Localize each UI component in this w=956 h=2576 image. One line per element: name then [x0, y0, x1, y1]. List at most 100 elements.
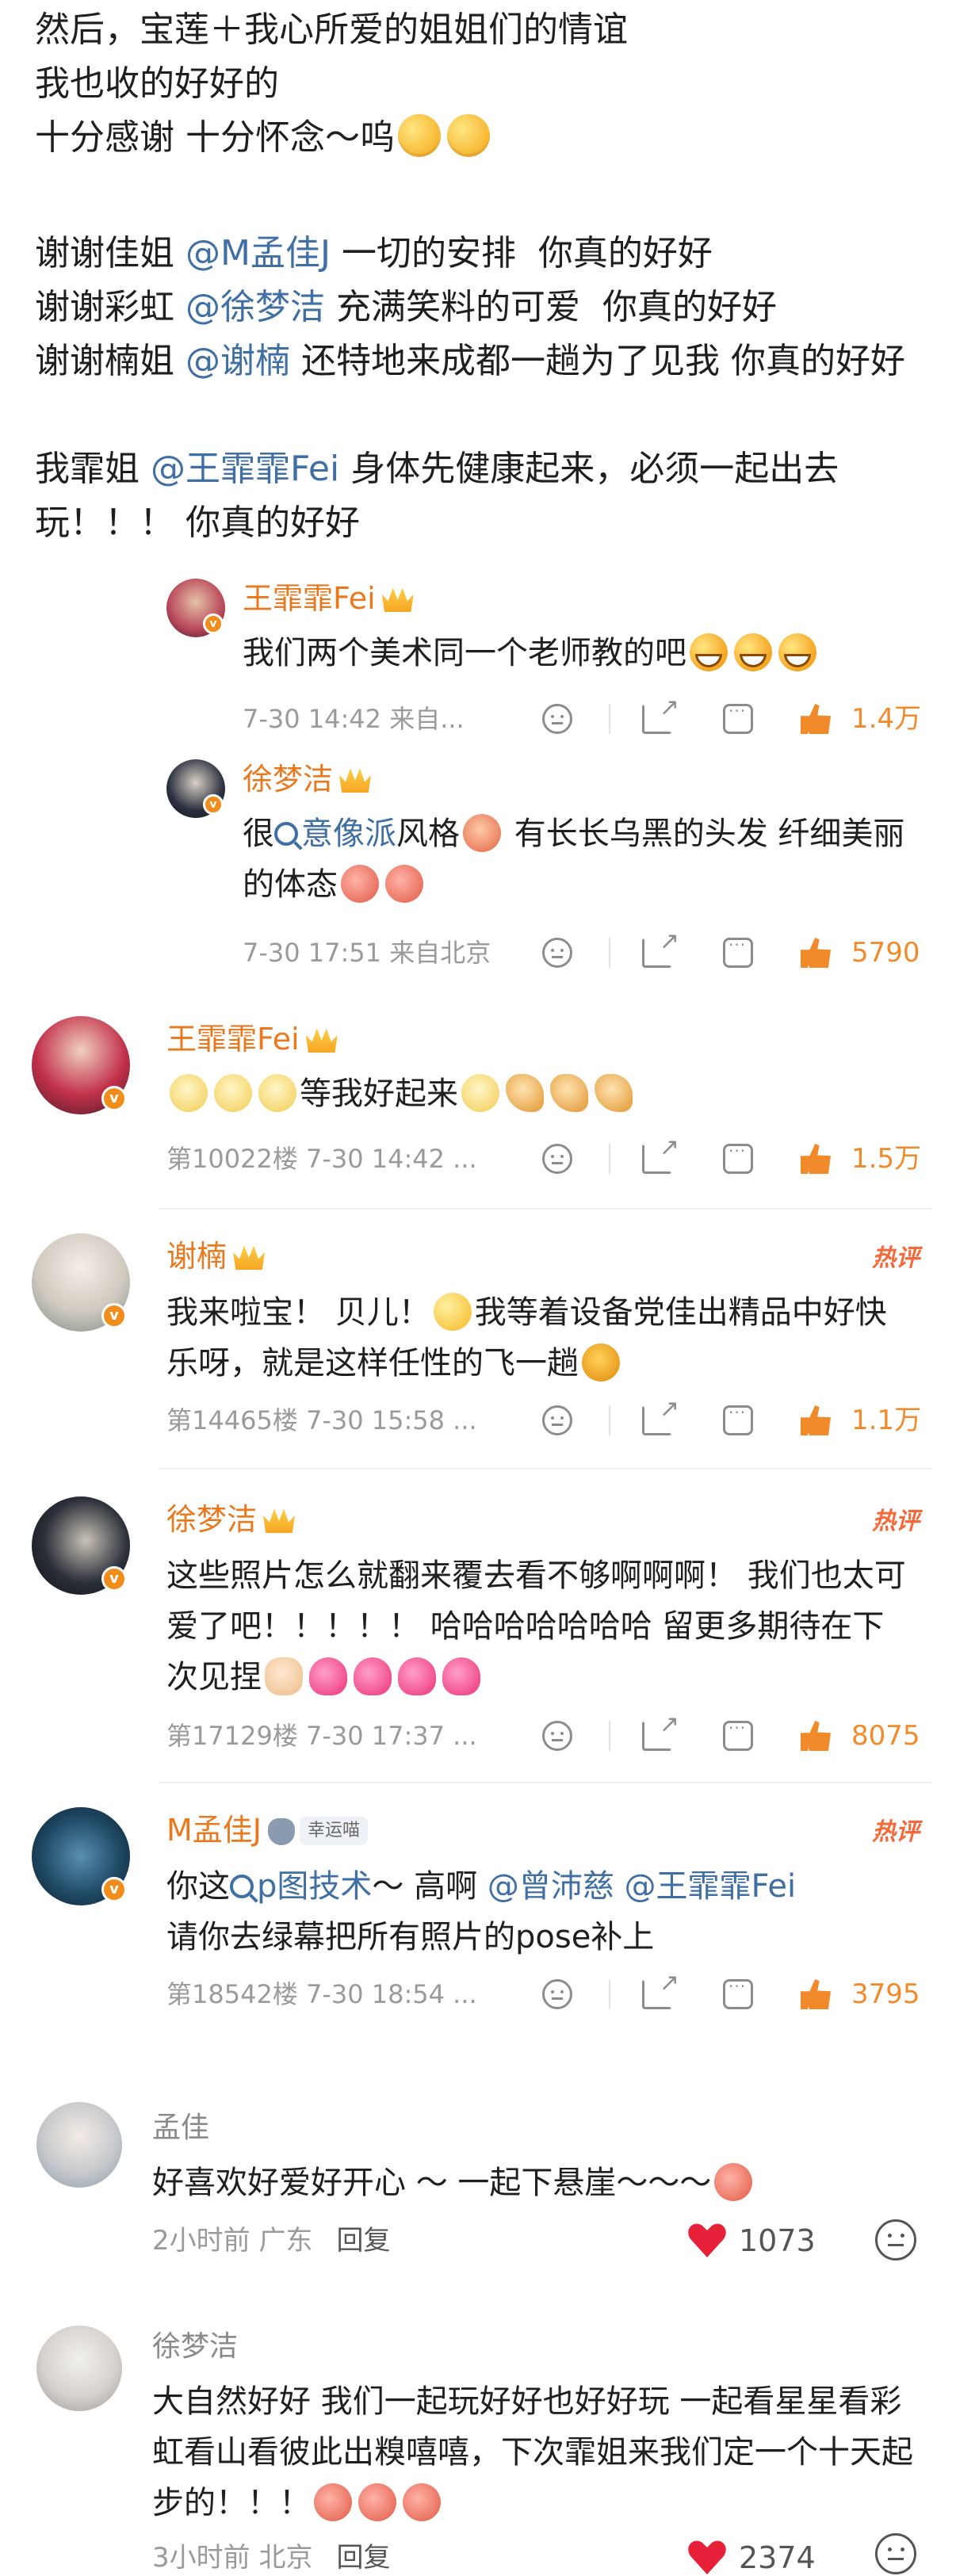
search-topic-icon: [230, 1875, 254, 1898]
reply-text: 我们两个美术同一个老师教的吧: [243, 628, 924, 678]
comment-icon[interactable]: [723, 935, 753, 968]
like-count: 8075: [851, 1720, 920, 1752]
like-count: 1073: [739, 2223, 816, 2258]
comment-time: 2小时前 广东 回复: [152, 2225, 391, 2257]
like-icon[interactable]: [801, 1144, 831, 1174]
divider: [609, 1405, 610, 1435]
emoji-face-icon[interactable]: [875, 2219, 916, 2261]
commenter-name[interactable]: 王霏霏Fei: [243, 579, 414, 618]
like-icon[interactable]: [801, 938, 831, 968]
mention-link[interactable]: @徐梦洁: [185, 287, 325, 327]
emoji-face-icon[interactable]: [542, 1405, 572, 1435]
comment-text: 你这 p图技术～ 高啊 @曾沛慈 @王霏霏Fei 请你去绿幕把所有照片的pose补上: [166, 1868, 797, 1955]
crown-icon: [305, 1028, 338, 1053]
emoji-face-icon[interactable]: [542, 938, 572, 968]
topic-link[interactable]: p图技术: [230, 1868, 372, 1905]
share-icon[interactable]: [642, 1133, 679, 1174]
reply-meta: 7-30 17:51 来自北京: [243, 938, 491, 968]
like-count: 1.4万: [851, 703, 922, 735]
smile-emoji-icon: [433, 1293, 472, 1331]
verified-icon: v: [101, 1303, 127, 1328]
mention-link[interactable]: @谢楠: [185, 341, 290, 381]
topic-link[interactable]: 意像派: [274, 816, 396, 852]
share-icon[interactable]: [642, 1710, 679, 1751]
like-icon[interactable]: [801, 1721, 831, 1751]
heart-emoji-icon: [398, 1657, 436, 1695]
commenter-name[interactable]: 徐梦洁: [166, 1500, 296, 1539]
like-icon[interactable]: [801, 1405, 831, 1435]
comment-meta: 第10022楼 7-30 14:42 ...: [166, 1144, 477, 1174]
divider: [609, 704, 610, 734]
comment-text: 这些照片怎么就翻来覆去看不够啊啊啊！ 我们也太可爱了吧！！！！！ 哈哈哈哈哈哈哈…: [166, 1557, 906, 1695]
emoji-face-icon[interactable]: [542, 1979, 572, 2009]
comment-text: 大自然好好 我们一起玩好好也好好玩 一起看星星看彩虹看山看彼此出糗嘻嘻，下次霏姐…: [152, 2383, 913, 2521]
mention-link[interactable]: @M孟佳J: [185, 233, 331, 273]
verified-icon: v: [203, 794, 224, 815]
commenter-name[interactable]: M孟佳J 幸运喵: [166, 1810, 369, 1850]
post-thanks-1: 谢谢佳姐 @M孟佳J 一切的安排 你真的好好: [35, 233, 713, 273]
bun-emoji-icon: [170, 1074, 208, 1112]
crown-icon: [263, 1508, 296, 1533]
like-icon[interactable]: [801, 1979, 831, 2009]
share-icon[interactable]: [642, 927, 679, 968]
heart-icon[interactable]: [688, 2222, 726, 2257]
avatar[interactable]: [36, 2326, 122, 2411]
like-icon[interactable]: [801, 704, 831, 734]
commenter-name[interactable]: 徐梦洁: [243, 759, 372, 799]
verified-icon: v: [203, 613, 224, 634]
reply-button[interactable]: 回复: [336, 2542, 390, 2574]
emoji-face-icon[interactable]: [542, 1721, 572, 1751]
like-count: 5790: [851, 937, 920, 969]
heart-emoji-icon: [309, 1657, 347, 1695]
comment-text: 我来啦宝！ 贝儿！ 我等着设备党佳出精品中好快乐呀，就是这样任性的飞一趟: [166, 1293, 887, 1382]
share-icon[interactable]: [642, 1395, 679, 1435]
pig-emoji-icon: [385, 865, 423, 903]
mention-link[interactable]: @曾沛慈: [488, 1868, 614, 1905]
divider: [159, 1468, 932, 1470]
commenter-name[interactable]: 徐梦洁: [152, 2327, 238, 2367]
share-icon[interactable]: [642, 694, 679, 734]
comment-icon[interactable]: [723, 1718, 753, 1751]
comment-icon[interactable]: [723, 1403, 753, 1435]
emoji-face-icon[interactable]: [542, 1144, 572, 1174]
reply-button[interactable]: 回复: [336, 2225, 390, 2257]
pig-emoji-icon: [358, 2483, 396, 2521]
post-line-3: 十分感谢 十分怀念～呜: [35, 111, 493, 165]
commenter-name[interactable]: 王霏霏Fei: [166, 1019, 338, 1059]
divider: [609, 1979, 610, 2009]
bun-emoji-icon: [461, 1074, 499, 1112]
pleading-emoji-icon: [447, 114, 490, 157]
divider: [609, 1144, 610, 1174]
emoji-face-icon[interactable]: [875, 2533, 916, 2574]
comment-text: 等我好起来: [166, 1068, 912, 1119]
avatar[interactable]: [36, 2102, 122, 2188]
heart-emoji-icon: [442, 1657, 480, 1695]
share-icon[interactable]: [642, 1969, 679, 2009]
divider: [159, 1782, 932, 1783]
like-count: 3795: [851, 1978, 920, 2010]
commenter-name[interactable]: 孟佳: [152, 2108, 209, 2148]
comment-text: 好喜欢好爱好开心 ～ 一起下悬崖～～～: [152, 2157, 897, 2208]
comment-meta: 第17129楼 7-30 17:37 ...: [166, 1721, 477, 1751]
cat-icon: [268, 1818, 295, 1845]
crown-icon: [233, 1245, 266, 1270]
hot-comment-badge: 热评: [872, 1818, 920, 1846]
divider: [159, 1208, 932, 1210]
comment-meta: 第18542楼 7-30 18:54 ...: [166, 1979, 477, 2009]
pleading-emoji-icon: [398, 114, 441, 157]
heart-icon[interactable]: [688, 2540, 726, 2574]
post-thanks-3: 谢谢楠姐 @谢楠 还特地来成都一趟为了见我 你真的好好: [35, 341, 905, 381]
comment-icon[interactable]: [723, 701, 753, 734]
commenter-name[interactable]: 谢楠: [166, 1236, 266, 1276]
like-count: 1.1万: [851, 1405, 922, 1436]
reply-meta: 7-30 14:42 来自...: [243, 704, 465, 734]
comment-time: 3小时前 北京 回复: [152, 2542, 391, 2574]
post-thanks-4: 我霏姐 @王霏霏Fei 身体先健康起来，必须一起出去玩！！！ 你真的好好: [35, 449, 839, 543]
mention-link[interactable]: @王霏霏Fei: [614, 1868, 797, 1905]
divider: [609, 938, 610, 968]
mention-link[interactable]: @王霏霏Fei: [151, 449, 339, 489]
grin-emoji-icon: [778, 633, 816, 671]
emoji-face-icon[interactable]: [542, 704, 572, 734]
comment-icon[interactable]: [723, 1977, 753, 2009]
comment-icon[interactable]: [723, 1141, 753, 1174]
